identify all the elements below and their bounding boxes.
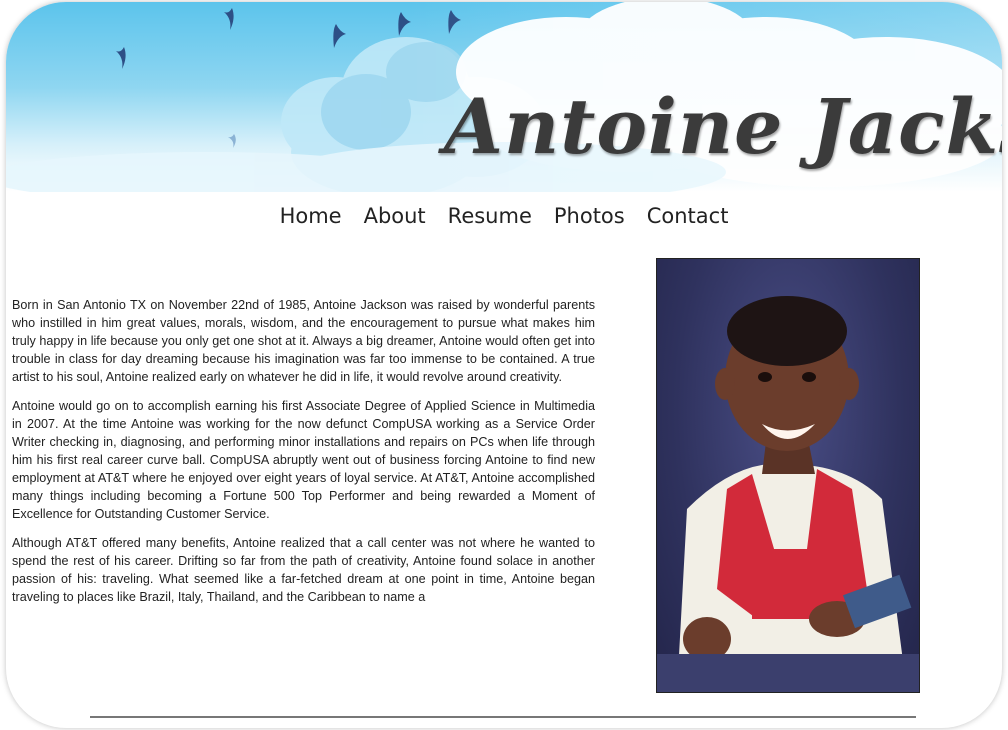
- main-navigation: Home About Resume Photos Contact: [6, 202, 1002, 230]
- nav-contact-link[interactable]: Contact: [647, 202, 729, 230]
- childhood-photo: [656, 258, 920, 693]
- about-paragraph-2: Antoine would go on to accomplish earnin…: [12, 399, 595, 521]
- footer-divider: [90, 716, 916, 718]
- nav-home-link[interactable]: Home: [280, 202, 342, 230]
- about-paragraph-1: Born in San Antonio TX on November 22nd …: [12, 298, 595, 384]
- nav-about-link[interactable]: About: [364, 202, 426, 230]
- nav-resume-link[interactable]: Resume: [448, 202, 532, 230]
- nav-photos-link[interactable]: Photos: [554, 202, 625, 230]
- about-paragraph-3: Although AT&T offered many benefits, Ant…: [12, 536, 595, 604]
- header-banner: Antoine Jackson: [6, 2, 1002, 192]
- page-frame: Antoine Jackson Home About Resume Photos…: [6, 2, 1002, 728]
- about-text: Born in San Antonio TX on November 22nd …: [12, 296, 595, 628]
- child-portrait-image: [657, 296, 919, 692]
- site-title: Antoine Jackson: [444, 82, 1002, 171]
